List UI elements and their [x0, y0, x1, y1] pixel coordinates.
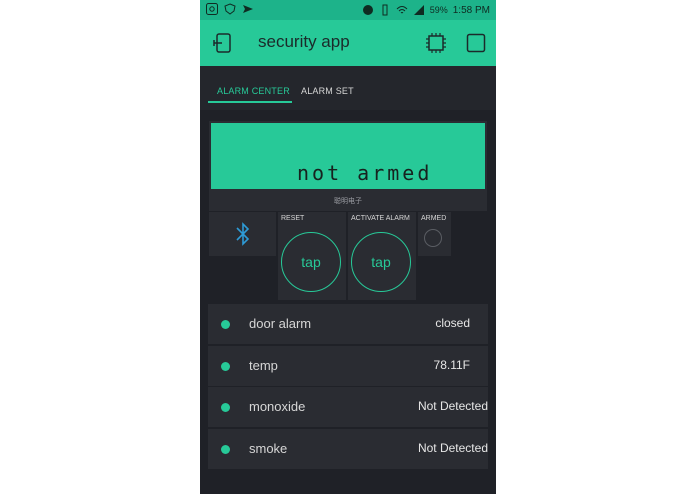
stop-project-icon[interactable]: [466, 33, 486, 53]
temp-label: temp: [249, 357, 278, 373]
monoxide-label: monoxide: [249, 399, 306, 414]
status-dot: [221, 403, 230, 412]
bluetooth-widget[interactable]: [209, 212, 276, 256]
lcd-line-2: not armed: [297, 161, 433, 185]
activate-alarm-button[interactable]: tap: [351, 232, 411, 292]
door-alarm-label: door alarm: [249, 316, 312, 331]
bluetooth-icon: [236, 222, 250, 246]
vibrate-icon: [382, 4, 388, 16]
status-dot: [221, 444, 230, 454]
status-dot: [221, 361, 230, 371]
list-item: door alarm closed: [208, 304, 488, 344]
signal-icon: [413, 5, 424, 15]
tab-alarm-set[interactable]: ALARM SET: [301, 86, 354, 96]
value-list: door alarm closed temp 78.11F monoxide N…: [208, 304, 488, 470]
smoke-value: Not Detected: [417, 440, 488, 455]
send-icon: [243, 5, 253, 13]
exit-project-icon[interactable]: [212, 32, 234, 54]
tab-alarm-center[interactable]: ALARM CENTER: [217, 86, 290, 96]
phone-screen: 59% 1:58 PM security app ALARM CENTER AL…: [200, 0, 496, 494]
active-tab-indicator: [208, 101, 292, 103]
armed-label: ARMED: [421, 215, 447, 222]
lcd-screen: not armed: [211, 123, 485, 189]
reset-button[interactable]: tap: [281, 232, 341, 292]
shield-icon: [224, 3, 236, 15]
status-dot: [221, 320, 230, 329]
door-alarm-value: closed: [435, 316, 470, 330]
reset-label: RESET: [281, 215, 305, 222]
monoxide-value: Not Detected: [417, 399, 488, 413]
activate-alarm-widget: ACTIVATE ALARM tap: [348, 212, 416, 300]
status-left-icons: [206, 3, 254, 15]
list-item: smoke Not Detected: [208, 428, 488, 469]
wifi-icon: [396, 6, 408, 14]
smoke-label: smoke: [249, 440, 288, 456]
battery-percent: 59%: [429, 5, 448, 15]
list-item: temp 78.11F: [208, 345, 488, 386]
device-chip-icon[interactable]: [424, 31, 448, 55]
status-time: 1:58 PM: [452, 4, 490, 16]
status-bar: 59% 1:58 PM: [200, 0, 496, 20]
status-right-icons: 59% 1:58 PM: [362, 4, 490, 16]
temp-value: 78.11F: [433, 357, 470, 372]
lcd-widget: not armed 聪明电子: [209, 121, 487, 211]
bluetooth-status-icon: [362, 5, 373, 15]
tab-bar: ALARM CENTER ALARM SET: [200, 66, 496, 110]
armed-widget: ARMED: [418, 212, 451, 256]
reset-widget: RESET tap: [278, 212, 346, 300]
at-icon: [206, 3, 218, 15]
app-bar: security app: [200, 20, 496, 66]
list-item: monoxide Not Detected: [208, 387, 488, 427]
lcd-caption: 聪明电子: [334, 198, 362, 205]
armed-led: [424, 229, 442, 247]
activate-alarm-label: ACTIVATE ALARM: [351, 215, 410, 222]
app-title: security app: [258, 32, 350, 51]
